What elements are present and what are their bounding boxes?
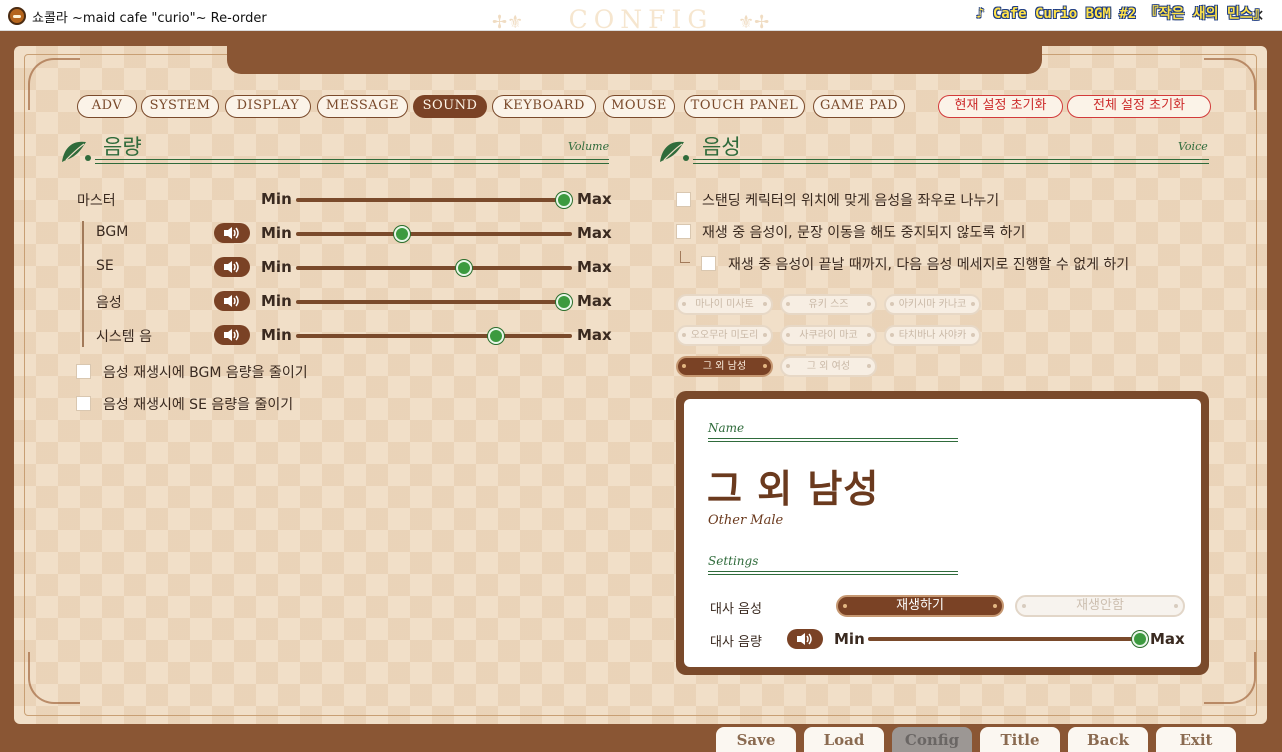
card-divider — [708, 571, 958, 575]
tab-touch-panel[interactable]: TOUCH PANEL — [684, 95, 805, 118]
checkbox-voice-pan[interactable] — [676, 192, 691, 207]
character-chip[interactable]: 마나이 미사토 — [676, 294, 773, 315]
header-banner — [227, 31, 1042, 74]
volume-label: 시스템 음 — [96, 329, 152, 345]
tab-system[interactable]: SYSTEM — [141, 95, 219, 118]
menu-config-button[interactable]: Config — [892, 727, 972, 752]
character-chip[interactable]: 그 외 남성 — [676, 356, 773, 377]
tab-sound[interactable]: SOUND — [413, 95, 487, 118]
checkbox-duck-bgm-label: 음성 재생시에 BGM 음량을 줄이기 — [103, 365, 308, 381]
speaker-icon[interactable] — [214, 257, 250, 277]
character-chip[interactable]: 그 외 여성 — [780, 356, 877, 377]
volume-label: SE — [96, 258, 114, 274]
menu-title-button[interactable]: Title — [980, 727, 1060, 752]
section-divider — [693, 159, 1209, 164]
settings-heading: Settings — [708, 554, 759, 568]
reset-all-button[interactable]: 전체 설정 초기화 — [1067, 95, 1211, 118]
volume-slider-track[interactable] — [296, 232, 572, 236]
corner-ornament-icon — [28, 652, 80, 704]
section-divider — [95, 159, 609, 164]
max-label: Max — [577, 190, 612, 208]
flourish-right-icon: ⚜✢ — [738, 12, 770, 33]
checkbox-duck-se-label: 음성 재생시에 SE 음량을 줄이기 — [103, 397, 294, 413]
speaker-icon[interactable] — [787, 629, 823, 649]
window-title: 쇼콜라 ~maid cafe "curio"~ Re-order — [32, 11, 267, 26]
checkbox-voice-wait-label: 재생 중 음성이 끝날 때까지, 다음 음성 메세지로 진행할 수 없게 하기 — [728, 257, 1130, 273]
character-name: 그 외 남성 — [707, 466, 880, 511]
volume-slider-knob[interactable] — [556, 192, 572, 208]
speaker-icon[interactable] — [214, 325, 250, 345]
character-chip[interactable]: 아키시마 카나코 — [884, 294, 981, 315]
name-heading: Name — [708, 421, 745, 435]
character-chip[interactable]: 유키 스즈 — [780, 294, 877, 315]
app-icon — [8, 7, 26, 25]
tab-mouse[interactable]: MOUSE — [603, 95, 675, 118]
speaker-icon[interactable] — [214, 291, 250, 311]
tab-keyboard[interactable]: KEYBOARD — [492, 95, 596, 118]
checkbox-duck-bgm[interactable] — [76, 364, 91, 379]
leaf-ornament-icon — [660, 141, 689, 162]
max-label: Max — [577, 258, 612, 276]
volume-slider-knob[interactable] — [393, 226, 410, 242]
tab-game-pad[interactable]: GAME PAD — [813, 95, 905, 118]
tab-adv[interactable]: ADV — [77, 95, 137, 118]
checkbox-duck-se[interactable] — [76, 396, 91, 411]
volume-slider-track[interactable] — [296, 198, 572, 202]
menu-exit-button[interactable]: Exit — [1156, 727, 1236, 752]
leaf-ornament-icon — [62, 141, 91, 162]
min-label: Min — [261, 326, 292, 344]
max-label: Max — [577, 326, 612, 344]
min-label: Min — [834, 630, 865, 648]
card-divider — [708, 438, 958, 442]
volume-section-title: 음량 — [103, 135, 142, 159]
character-name-english: Other Male — [708, 513, 784, 528]
max-label: Max — [577, 292, 612, 310]
dialogue-volume-label: 대사 음량 — [710, 635, 762, 650]
voice-section-title: 음성 — [702, 135, 741, 159]
volume-label: 마스터 — [77, 193, 116, 209]
dialogue-volume-knob[interactable] — [1132, 631, 1148, 647]
checkbox-voice-continue-label: 재생 중 음성이, 문장 이동을 해도 중지되지 않도록 하기 — [702, 225, 1026, 241]
checkbox-voice-wait[interactable] — [701, 256, 716, 271]
volume-slider-knob[interactable] — [487, 328, 504, 344]
now-playing-banner: ♪ Cafe Curio BGM #2 『작은 새의 민스』 — [976, 6, 1267, 22]
volume-slider-track[interactable] — [296, 266, 572, 270]
volume-slider-track[interactable] — [296, 334, 572, 338]
speaker-icon[interactable] — [214, 223, 250, 243]
menu-load-button[interactable]: Load — [804, 727, 884, 752]
voice-section-subtitle: Voice — [1178, 140, 1208, 153]
menu-save-button[interactable]: Save — [716, 727, 796, 752]
corner-ornament-icon — [1204, 652, 1256, 704]
menu-back-button[interactable]: Back — [1068, 727, 1148, 752]
character-chip[interactable]: 타치바나 사야카 — [884, 325, 981, 346]
tree-line — [82, 221, 84, 347]
checkbox-voice-continue[interactable] — [676, 224, 691, 239]
volume-label: BGM — [96, 224, 129, 240]
max-label: Max — [577, 224, 612, 242]
volume-slider-knob[interactable] — [556, 294, 572, 310]
min-label: Min — [261, 292, 292, 310]
min-label: Min — [261, 224, 292, 242]
checkbox-voice-pan-label: 스탠딩 케릭터의 위치에 맞게 음성을 좌우로 나누기 — [702, 193, 1000, 209]
character-chip[interactable]: 사쿠라이 마코 — [780, 325, 877, 346]
dialogue-voice-label: 대사 음성 — [710, 602, 762, 617]
max-label: Max — [1150, 630, 1185, 648]
corner-ornament-icon — [1204, 58, 1256, 110]
min-label: Min — [261, 258, 292, 276]
tab-message[interactable]: MESSAGE — [317, 95, 408, 118]
game-window: 쇼콜라 ~maid cafe "curio"~ Re-order — ☐ ✕ ✢… — [0, 0, 1282, 752]
tree-line — [680, 251, 690, 263]
volume-label: 음성 — [96, 295, 122, 311]
corner-ornament-icon — [28, 58, 80, 110]
volume-section-subtitle: Volume — [568, 140, 610, 153]
voice-play-on-button[interactable]: 재생하기 — [836, 595, 1004, 617]
volume-slider-track[interactable] — [296, 300, 572, 304]
min-label: Min — [261, 190, 292, 208]
character-chip[interactable]: 오오무라 미도리 — [676, 325, 773, 346]
tab-display[interactable]: DISPLAY — [225, 95, 311, 118]
voice-play-off-button[interactable]: 재생안함 — [1015, 595, 1185, 617]
dialogue-volume-track[interactable] — [868, 637, 1148, 641]
reset-current-button[interactable]: 현재 설정 초기화 — [938, 95, 1063, 118]
